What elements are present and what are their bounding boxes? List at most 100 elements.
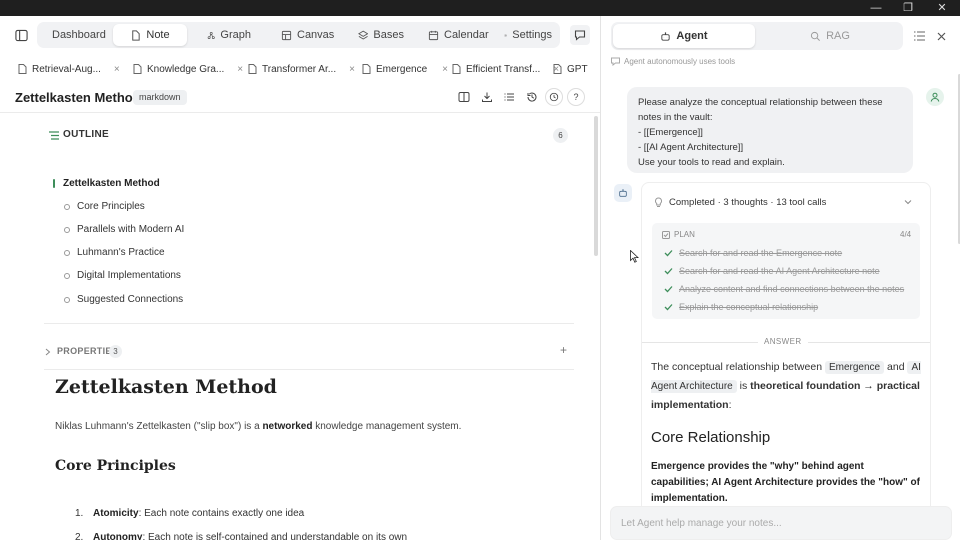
outline-item-main[interactable]: Zettelkasten Method bbox=[63, 178, 160, 189]
file-tab[interactable]: Efficient Transf... × bbox=[452, 58, 559, 80]
chat-icon bbox=[574, 30, 586, 41]
user-avatar bbox=[926, 88, 944, 106]
close-tab-icon[interactable]: × bbox=[114, 64, 120, 75]
tab-graph[interactable]: Graph bbox=[199, 24, 259, 46]
chat-toggle-button[interactable] bbox=[570, 25, 590, 45]
clock-button[interactable] bbox=[545, 88, 563, 106]
tab-calendar[interactable]: Calendar bbox=[420, 24, 498, 46]
outline-panel: OUTLINE 6 Zettelkasten Method Core Princ… bbox=[44, 120, 574, 324]
answer-heading: Core Relationship bbox=[651, 429, 771, 446]
agent-input[interactable]: Let Agent help manage your notes... bbox=[610, 506, 952, 540]
file-tab[interactable]: Transformer Ar... × bbox=[248, 58, 355, 80]
close-tab-icon[interactable]: × bbox=[442, 64, 448, 75]
note-header: Zettelkasten Method markdown ? bbox=[0, 86, 600, 110]
agent-panel: Agent RAG Agent autonomously uses tools … bbox=[600, 16, 960, 540]
file-tab[interactable]: Emergence × bbox=[362, 58, 448, 80]
status-text: Completed · 3 thoughts · 13 tool calls bbox=[669, 197, 827, 208]
outline-count-badge: 6 bbox=[553, 128, 568, 143]
tab-label: Canvas bbox=[297, 29, 335, 41]
note-paragraph: Niklas Luhmann's Zettelkasten ("slip box… bbox=[55, 421, 462, 432]
tab-rag[interactable]: RAG bbox=[759, 24, 901, 48]
outline-item[interactable]: Core Principles bbox=[77, 201, 145, 212]
tab-note[interactable]: Note bbox=[113, 24, 187, 46]
minimize-icon[interactable]: — bbox=[866, 1, 886, 15]
tab-settings[interactable]: Settings bbox=[496, 24, 560, 46]
page-title: Zettelkasten Method bbox=[15, 90, 141, 105]
outline-item[interactable]: Parallels with Modern AI bbox=[77, 224, 184, 235]
file-icon bbox=[133, 64, 142, 74]
divider bbox=[0, 112, 600, 113]
columns-icon bbox=[458, 92, 470, 102]
status-toggle[interactable]: Completed · 3 thoughts · 13 tool calls bbox=[654, 197, 826, 208]
close-tab-icon[interactable]: × bbox=[349, 64, 355, 75]
search-icon bbox=[810, 31, 821, 41]
chat-icon bbox=[611, 57, 620, 66]
outline-label: OUTLINE bbox=[63, 129, 109, 140]
toggle-sidebar-button[interactable] bbox=[11, 25, 31, 45]
plan-item-text: Search for and read the Emergence note bbox=[679, 248, 843, 258]
answer-label: ANSWER bbox=[758, 337, 808, 346]
file-icon bbox=[18, 64, 27, 74]
message-line: Please analyze the conceptual relationsh… bbox=[638, 97, 883, 123]
tab-canvas[interactable]: Canvas bbox=[273, 24, 343, 46]
split-view-button[interactable] bbox=[455, 88, 473, 106]
restore-icon[interactable]: ❐ bbox=[898, 1, 918, 15]
close-window-icon[interactable]: ✕ bbox=[932, 1, 952, 15]
add-property-icon[interactable]: + bbox=[560, 343, 567, 357]
plan-header: PLAN bbox=[662, 230, 695, 239]
export-button[interactable] bbox=[478, 88, 496, 106]
sidebar-icon bbox=[14, 29, 28, 41]
view-switcher: Dashboard Note Graph Canvas Bases Calend… bbox=[37, 22, 560, 48]
list-icon bbox=[504, 93, 514, 101]
close-panel-button[interactable] bbox=[934, 29, 948, 43]
calendar-icon bbox=[428, 30, 439, 40]
chevron-down-icon[interactable] bbox=[904, 199, 912, 205]
message-line: - [[AI Agent Architecture]] bbox=[638, 142, 744, 153]
outline-item[interactable]: Suggested Connections bbox=[77, 294, 183, 305]
plan-item-text: Explain the conceptual relationship bbox=[679, 302, 819, 312]
tab-bases[interactable]: Bases bbox=[350, 24, 412, 46]
file-tab[interactable]: Retrieval-Aug... × bbox=[18, 58, 120, 80]
graph-icon bbox=[207, 31, 215, 39]
history-list-button[interactable] bbox=[912, 29, 926, 43]
file-tab-label: Transformer Ar... bbox=[262, 63, 337, 75]
file-tab[interactable]: GPT bbox=[553, 58, 588, 80]
message-line: Use your tools to read and explain. bbox=[638, 157, 785, 168]
file-icon bbox=[362, 64, 371, 74]
outline-item[interactable]: Luhmann's Practice bbox=[77, 247, 165, 258]
file-tab-label: Efficient Transf... bbox=[466, 63, 541, 75]
tab-agent[interactable]: Agent bbox=[613, 24, 755, 48]
download-icon bbox=[482, 92, 492, 102]
canvas-icon bbox=[281, 30, 292, 40]
robot-icon bbox=[619, 189, 627, 197]
tab-dashboard[interactable]: Dashboard bbox=[39, 24, 112, 46]
message-line: - [[Emergence]] bbox=[638, 127, 703, 138]
agent-subtitle: Agent autonomously uses tools bbox=[611, 57, 735, 66]
close-tab-icon[interactable]: × bbox=[237, 64, 243, 75]
note-link-chip[interactable]: Emergence bbox=[824, 361, 885, 374]
properties-section[interactable]: PROPERTIES 3 + bbox=[44, 342, 574, 370]
user-message: Please analyze the conceptual relationsh… bbox=[627, 87, 913, 173]
history-button[interactable] bbox=[523, 88, 541, 106]
bullet-icon bbox=[64, 227, 70, 233]
file-icon bbox=[553, 64, 562, 74]
outline-item[interactable]: Digital Implementations bbox=[77, 270, 181, 281]
file-tab-bar: Retrieval-Aug... × Knowledge Gra... × Tr… bbox=[0, 58, 600, 80]
outline-toggle-button[interactable] bbox=[500, 88, 518, 106]
check-icon bbox=[664, 286, 673, 293]
file-tab-label: Knowledge Gra... bbox=[147, 63, 225, 75]
help-button[interactable]: ? bbox=[567, 88, 585, 106]
bullet-icon bbox=[64, 204, 70, 210]
agent-avatar bbox=[614, 184, 632, 202]
file-tab[interactable]: Knowledge Gra... × bbox=[133, 58, 243, 80]
checkbox-icon bbox=[662, 230, 670, 239]
note-heading-1: Zettelkasten Method bbox=[55, 376, 277, 398]
tab-label: Dashboard bbox=[52, 29, 106, 41]
scrollbar[interactable] bbox=[594, 116, 598, 256]
input-placeholder: Let Agent help manage your notes... bbox=[621, 517, 782, 529]
mouse-pointer-icon bbox=[630, 250, 639, 263]
tab-label: Calendar bbox=[444, 29, 489, 41]
bullet-icon bbox=[64, 273, 70, 279]
file-tab-label: GPT bbox=[567, 63, 588, 75]
robot-icon bbox=[661, 31, 671, 41]
